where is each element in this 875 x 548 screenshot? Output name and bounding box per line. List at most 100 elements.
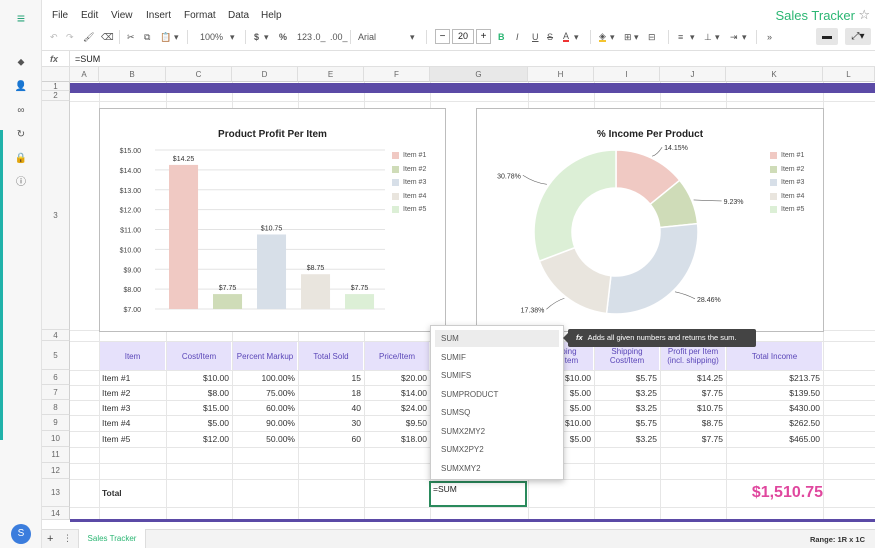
- chevron-down-icon[interactable]: ▾: [230, 30, 235, 44]
- autocomplete-item-sumproduct[interactable]: SUMPRODUCT: [435, 386, 559, 403]
- column-header-j[interactable]: J: [660, 67, 726, 82]
- menu-view[interactable]: View: [111, 10, 133, 21]
- column-header-f[interactable]: F: [364, 67, 430, 82]
- row-header-1[interactable]: 1: [42, 82, 70, 91]
- column-header-h[interactable]: H: [528, 67, 594, 82]
- menu-format[interactable]: Format: [184, 10, 216, 21]
- text-color-button[interactable]: A: [563, 30, 570, 42]
- table-cell[interactable]: 18: [298, 385, 364, 400]
- table-cell[interactable]: $18.00: [364, 431, 430, 447]
- table-cell[interactable]: $430.00: [726, 400, 823, 415]
- bar-2[interactable]: [213, 294, 243, 309]
- table-cell[interactable]: 50.00%: [232, 431, 298, 447]
- table-cell[interactable]: $8.75: [660, 415, 726, 431]
- text-wrap-icon[interactable]: ⇥: [730, 30, 738, 44]
- column-header-i[interactable]: I: [594, 67, 660, 82]
- table-cell[interactable]: 60.00%: [232, 400, 298, 415]
- table-cell[interactable]: $3.25: [594, 385, 660, 400]
- function-autocomplete[interactable]: SUM SUMIF SUMIFS SUMPRODUCT SUMSQ SUMX2MY2 SUM…: [430, 325, 564, 480]
- pie-slice-3[interactable]: [605, 222, 699, 315]
- row-header-11[interactable]: 11: [42, 447, 70, 463]
- add-sheet-button[interactable]: +: [47, 533, 53, 545]
- decrease-decimal-button[interactable]: .0_: [313, 30, 326, 44]
- column-header-e[interactable]: E: [298, 67, 364, 82]
- font-size-input[interactable]: 20: [452, 29, 474, 44]
- autocomplete-item-sumxmy2[interactable]: SUMXMY2: [435, 460, 559, 477]
- table-cell[interactable]: $5.75: [594, 370, 660, 385]
- table-cell[interactable]: $5.00: [166, 415, 232, 431]
- column-header-k[interactable]: K: [726, 67, 823, 82]
- copy-icon[interactable]: ⧉: [144, 30, 150, 44]
- star-icon[interactable]: ☆: [858, 7, 870, 23]
- info-icon[interactable]: ⓘ: [13, 175, 29, 191]
- chevron-down-icon[interactable]: ▾: [715, 30, 720, 44]
- chevron-down-icon[interactable]: ▾: [742, 30, 747, 44]
- zoom-select[interactable]: 100%: [200, 30, 223, 44]
- chevron-down-icon[interactable]: ▾: [610, 30, 615, 44]
- table-item-name[interactable]: Item #5: [99, 431, 166, 447]
- table-cell[interactable]: 60: [298, 431, 364, 447]
- italic-button[interactable]: I: [516, 30, 519, 44]
- strikethrough-button[interactable]: S: [547, 30, 553, 44]
- more-formats-button[interactable]: 123: [297, 30, 312, 44]
- table-cell[interactable]: $10.00: [166, 370, 232, 385]
- increase-decimal-button[interactable]: .00_: [330, 30, 348, 44]
- table-cell[interactable]: 75.00%: [232, 385, 298, 400]
- bar-4[interactable]: [301, 274, 331, 309]
- expand-icon[interactable]: ⤢▾: [845, 28, 871, 45]
- table-cell[interactable]: 40: [298, 400, 364, 415]
- undo-icon[interactable]: ↶: [50, 30, 58, 44]
- borders-icon[interactable]: ⊞: [624, 30, 632, 44]
- sheet-tab[interactable]: Sales Tracker: [78, 529, 146, 548]
- autocomplete-item-sumif[interactable]: SUMIF: [435, 349, 559, 366]
- column-header-d[interactable]: D: [232, 67, 298, 82]
- bar-5[interactable]: [345, 294, 375, 309]
- column-header-a[interactable]: A: [70, 67, 99, 82]
- table-cell[interactable]: $3.25: [594, 400, 660, 415]
- bar-3[interactable]: [257, 234, 287, 309]
- increase-font-size-button[interactable]: +: [476, 29, 491, 44]
- table-cell[interactable]: 15: [298, 370, 364, 385]
- menu-insert[interactable]: Insert: [146, 10, 171, 21]
- column-header-b[interactable]: B: [99, 67, 166, 82]
- table-item-name[interactable]: Item #2: [99, 385, 166, 400]
- table-cell[interactable]: $139.50: [726, 385, 823, 400]
- table-cell[interactable]: $465.00: [726, 431, 823, 447]
- history-icon[interactable]: ↻: [13, 127, 29, 143]
- chevron-down-icon[interactable]: ▾: [574, 30, 579, 44]
- clear-format-icon[interactable]: ⌫: [101, 30, 114, 44]
- font-family-select[interactable]: Arial: [358, 30, 418, 44]
- table-cell[interactable]: $10.75: [660, 400, 726, 415]
- table-cell[interactable]: $3.25: [594, 431, 660, 447]
- comment-icon[interactable]: ▬: [816, 28, 838, 45]
- autocomplete-item-sumx2my2[interactable]: SUMX2MY2: [435, 423, 559, 440]
- decrease-font-size-button[interactable]: −: [435, 29, 450, 44]
- autocomplete-item-sumsq[interactable]: SUMSQ: [435, 404, 559, 421]
- chevron-down-icon[interactable]: ▾: [264, 30, 269, 44]
- tag-icon[interactable]: ⬥: [13, 55, 29, 71]
- column-header-c[interactable]: C: [166, 67, 232, 82]
- row-header-13[interactable]: 13: [42, 479, 70, 507]
- table-cell[interactable]: $213.75: [726, 370, 823, 385]
- bar-1[interactable]: [169, 164, 199, 309]
- table-item-name[interactable]: Item #1: [99, 370, 166, 385]
- fill-color-icon[interactable]: ◈: [599, 30, 606, 42]
- column-header-l[interactable]: L: [823, 67, 875, 82]
- avatar[interactable]: S: [11, 524, 31, 544]
- table-cell[interactable]: 100.00%: [232, 370, 298, 385]
- total-label[interactable]: Total: [99, 479, 166, 507]
- total-income-value[interactable]: $1,510.75: [752, 484, 823, 502]
- hamburger-menu-icon[interactable]: ≡: [13, 10, 29, 26]
- menu-file[interactable]: File: [52, 10, 68, 21]
- row-header-7[interactable]: 7: [42, 385, 70, 400]
- redo-icon[interactable]: ↷: [66, 30, 74, 44]
- row-header-10[interactable]: 10: [42, 431, 70, 447]
- row-header-3[interactable]: 3: [42, 101, 70, 330]
- table-cell[interactable]: $7.75: [660, 431, 726, 447]
- chevron-down-icon[interactable]: ▾: [410, 30, 415, 44]
- autocomplete-item-sumifs[interactable]: SUMIFS: [435, 367, 559, 384]
- add-user-icon[interactable]: 👤: [13, 79, 29, 95]
- bar-chart[interactable]: Product Profit Per Item $15.00 $14.00 $13.…: [99, 108, 446, 332]
- currency-button[interactable]: $: [254, 30, 259, 44]
- pie-slice-5[interactable]: [533, 149, 617, 263]
